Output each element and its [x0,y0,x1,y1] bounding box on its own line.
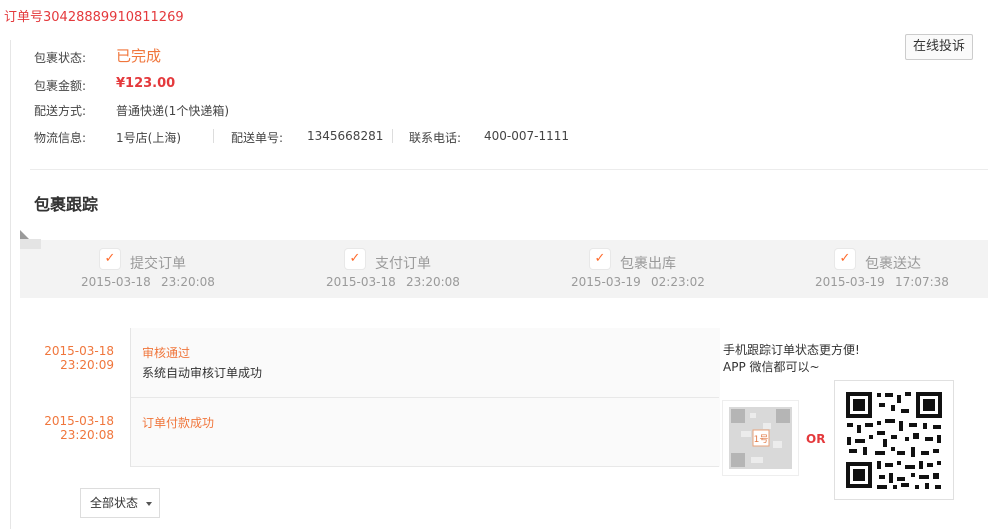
step-time: 17:07:38 [895,275,949,289]
waybill-label: 配送单号: [231,131,284,145]
check-icon: ✓ [835,249,855,269]
corner-fold-shadow [20,230,29,239]
svg-text:1号: 1号 [754,434,769,445]
promo-subtext: APP 微信都可以~ [723,360,820,374]
qr-code-pattern [846,392,942,489]
check-icon: ✓ [345,249,365,269]
phone-value: 400-007-1111 [484,129,570,143]
step-label: 包裹送达 [865,256,921,272]
step-label: 包裹出库 [620,256,676,272]
separator [213,129,214,143]
log-date: 2015-03-18 [44,344,114,358]
promo-text: 手机跟踪订单状态更方便! [723,343,860,357]
tracking-title: 包裹跟踪 [34,195,99,214]
wechat-qr-code [834,380,954,500]
app-qr-code: 1号 [722,400,799,476]
caret-down-icon [146,502,152,506]
log-description: 系统自动审核订单成功 [142,366,263,380]
phone-label: 联系电话: [409,131,462,145]
separator [392,129,393,143]
check-icon: ✓ [100,249,120,269]
divider [30,169,988,170]
step-label: 提交订单 [130,256,186,272]
delivery-label: 配送方式: [34,104,87,118]
step-time: 02:23:02 [651,275,705,289]
amount-value: ¥123.00 [116,76,176,91]
check-icon: ✓ [590,249,610,269]
online-complaint-button[interactable]: 在线投诉 [905,34,973,60]
divider [131,466,719,467]
delivery-value: 普通快递(1个快递箱) [116,104,229,118]
step-date: 2015-03-19 [571,275,641,289]
log-title: 订单付款成功 [142,416,215,430]
status-label: 包裹状态: [34,51,87,65]
or-separator: OR [806,432,826,446]
logistics-label: 物流信息: [34,131,87,145]
log-time: 23:20:09 [60,358,114,372]
step-date: 2015-03-18 [326,275,396,289]
step-time: 23:20:08 [406,275,460,289]
left-border [10,40,11,529]
step-date: 2015-03-19 [815,275,885,289]
log-date: 2015-03-18 [44,414,114,428]
step-date: 2015-03-18 [81,275,151,289]
qr-code-pattern: 1号 [729,407,792,469]
status-value: 已完成 [116,47,162,65]
store-value: 1号店(上海) [116,131,181,145]
log-time: 23:20:08 [60,428,114,442]
divider [131,397,719,398]
step-time: 23:20:08 [161,275,215,289]
corner-fold [20,239,41,249]
log-title: 审核通过 [142,346,191,360]
order-number: 订单号304288899108112​69 [4,10,184,25]
amount-label: 包裹金额: [34,79,87,93]
waybill-value: 1345668281 [307,129,384,143]
step-label: 支付订单 [375,256,431,272]
